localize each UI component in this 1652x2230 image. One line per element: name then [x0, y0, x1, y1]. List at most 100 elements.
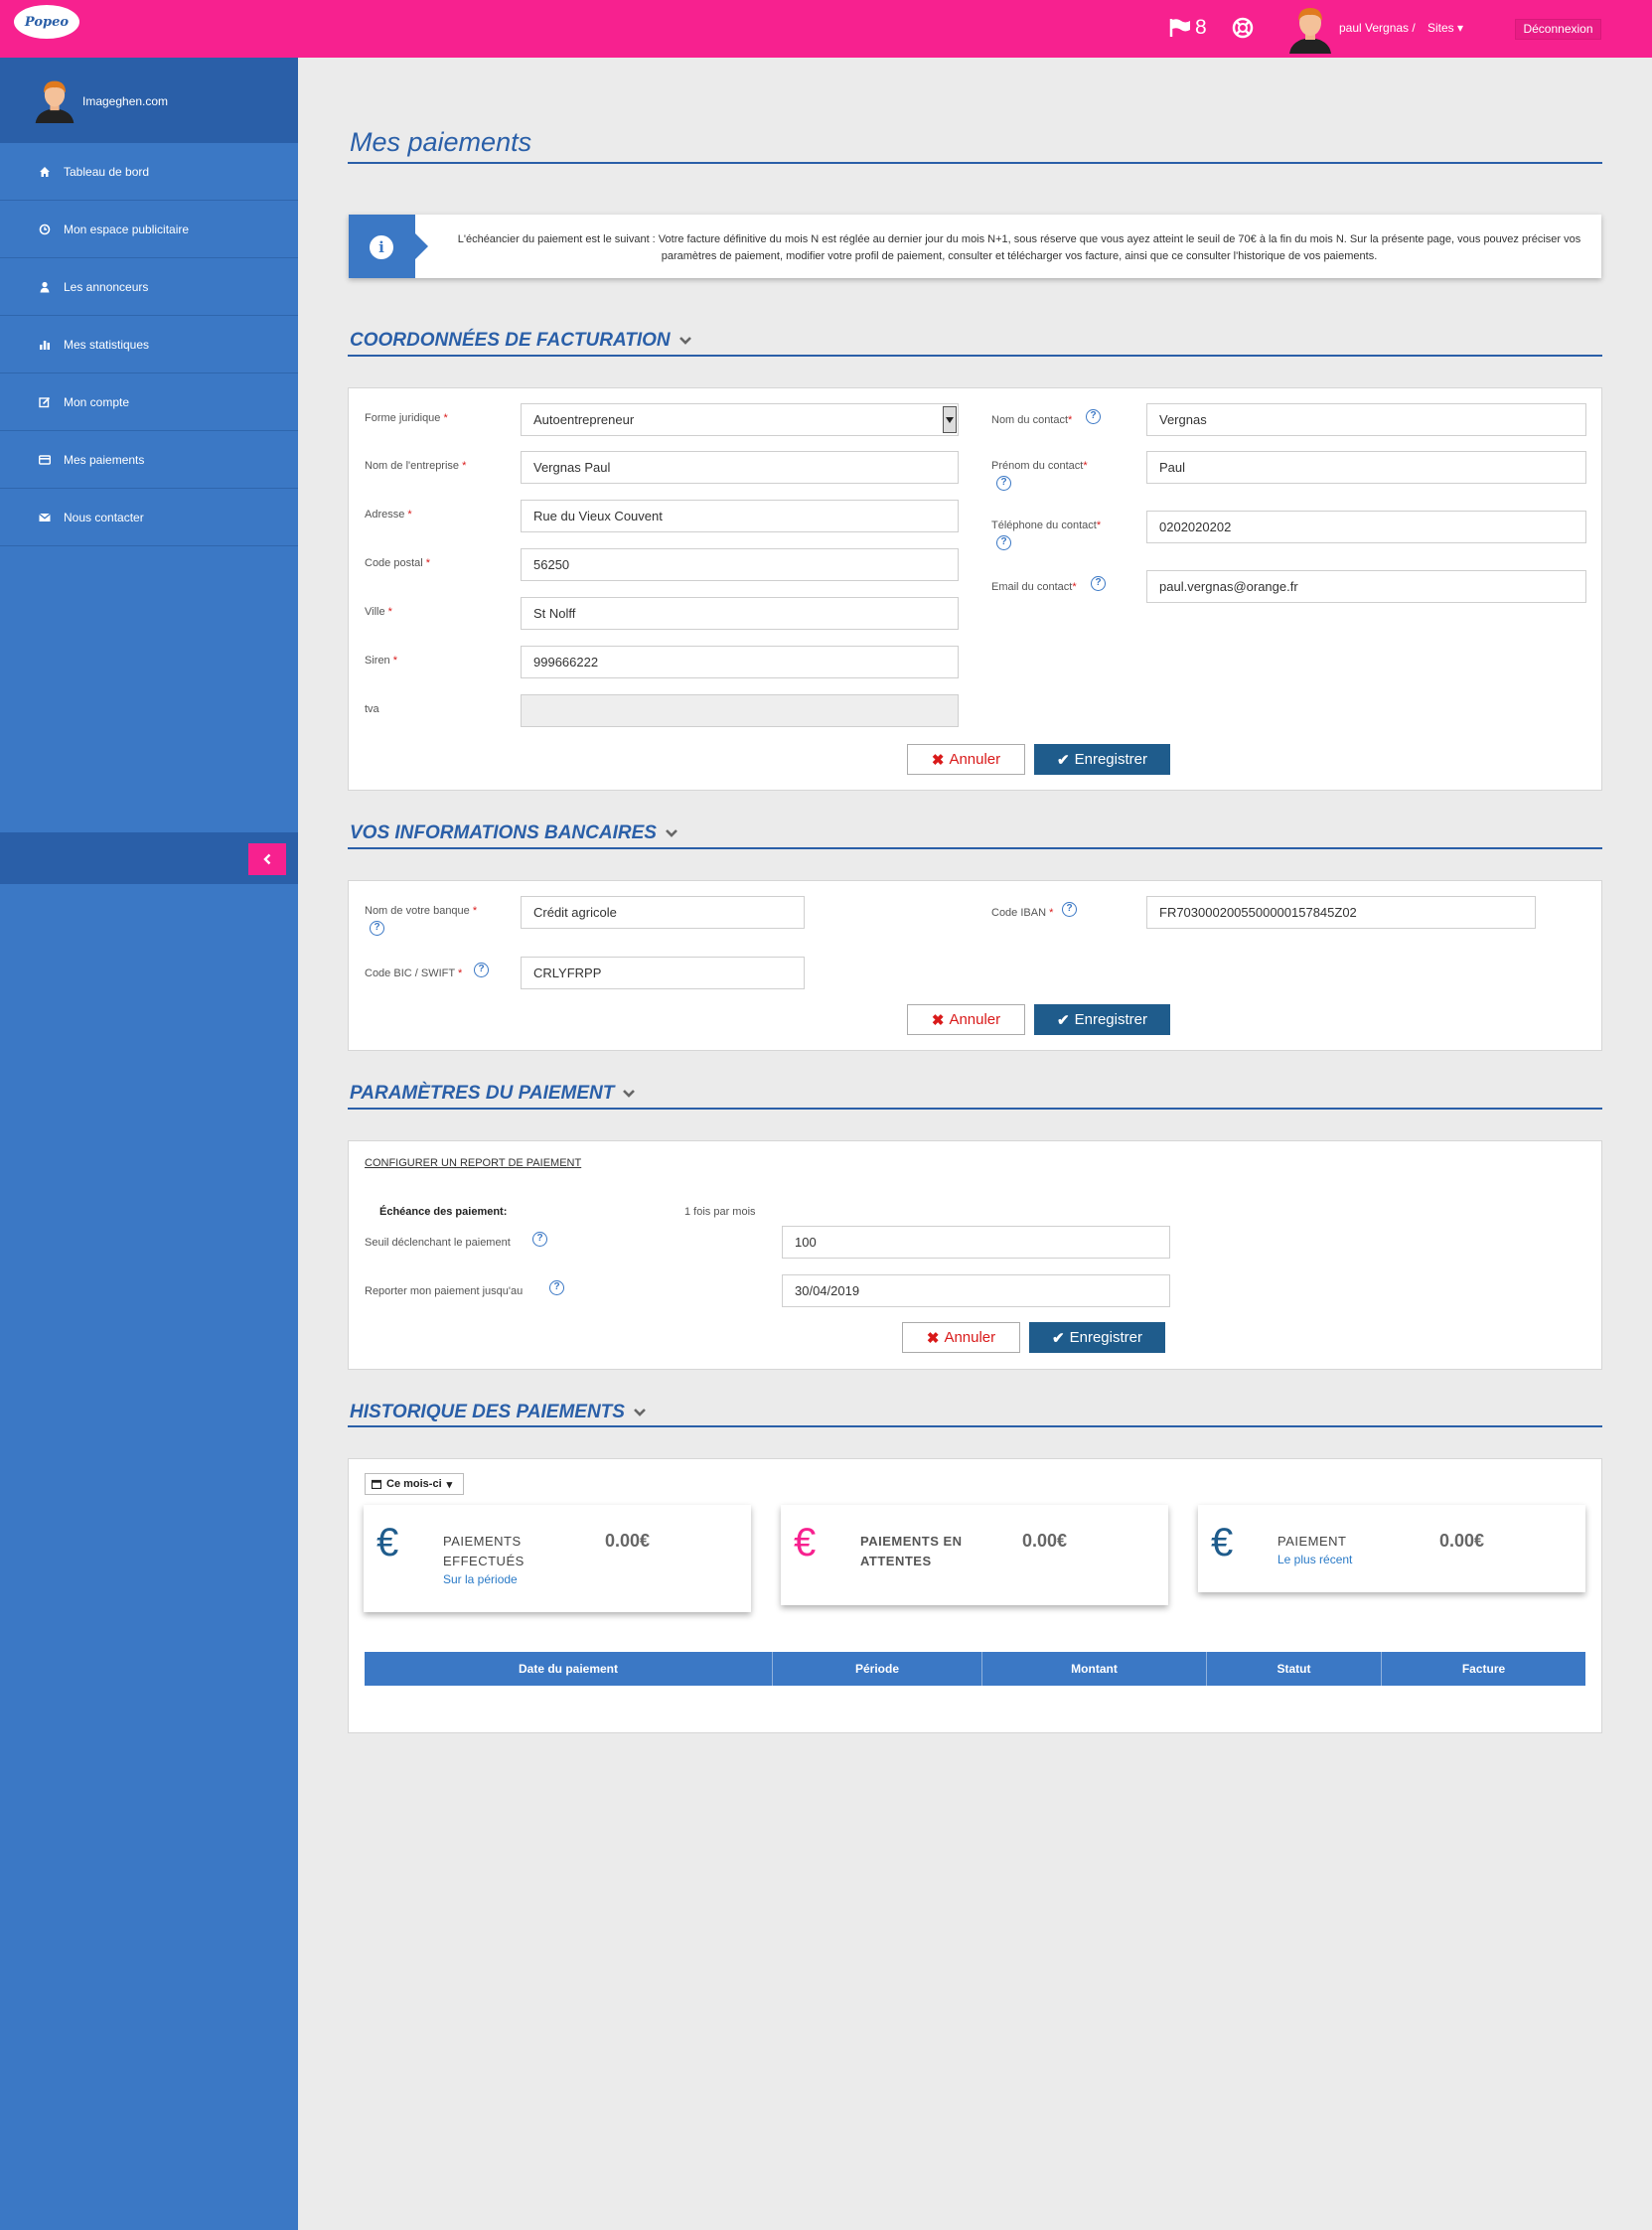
history-section-title: HISTORIQUE DES PAIEMENTS — [350, 1402, 625, 1422]
sites-dropdown[interactable]: Sites ▾ — [1427, 21, 1463, 35]
help-icon[interactable]: ? — [549, 1280, 564, 1295]
billing-section-title: COORDONNÉES DE FACTURATION — [350, 330, 671, 351]
title-divider — [348, 162, 1602, 164]
sidebar-user: Imageghen.com — [0, 58, 298, 143]
sidebar-item-statistiques[interactable]: Mes statistiques — [0, 316, 298, 373]
info-text: L'échéancier du paiement est le suivant … — [457, 233, 1581, 262]
help-icon[interactable]: ? — [996, 535, 1011, 550]
chevron-down-icon — [623, 1090, 636, 1098]
edit-icon — [38, 395, 52, 409]
sidebar-item-tableau-de-bord[interactable]: Tableau de bord — [0, 143, 298, 201]
sidebar-item-mon-compte[interactable]: Mon compte — [0, 373, 298, 431]
sidebar-item-espace-publicitaire[interactable]: Mon espace publicitaire — [0, 201, 298, 258]
billing-save-button[interactable]: ✔ Enregistrer — [1034, 744, 1170, 775]
help-icon[interactable]: ? — [532, 1232, 547, 1247]
ville-field[interactable]: St Nolff — [521, 597, 959, 630]
user-avatar-icon[interactable] — [1285, 4, 1335, 54]
period-filter-label: Ce mois-ci — [386, 1478, 442, 1490]
period-filter-dropdown[interactable]: Ce mois-ci ▾ — [365, 1473, 464, 1495]
chevron-down-icon — [678, 337, 691, 345]
payments-table-header: Date du paiement Période Montant Statut … — [365, 1652, 1585, 1686]
info-icon: i — [370, 235, 393, 259]
sidebar: Imageghen.com Tableau de bord Mon espace… — [0, 58, 298, 2230]
forme-value: Autoentrepreneur — [533, 412, 635, 427]
column-header-facture[interactable]: Facture — [1382, 1652, 1585, 1686]
sidebar-item-annonceurs[interactable]: Les annonceurs — [0, 258, 298, 316]
close-icon: ✖ — [931, 1011, 945, 1029]
sidebar-item-label: Tableau de bord — [64, 164, 150, 179]
echeance-label: Échéance des paiement: — [379, 1206, 508, 1218]
user-name[interactable]: paul Vergnas / — [1339, 21, 1416, 35]
forme-juridique-select[interactable]: Autoentrepreneur — [521, 403, 959, 436]
sidebar-item-label: Mes statistiques — [64, 337, 150, 352]
contact-nom-field[interactable]: Vergnas — [1146, 403, 1586, 436]
user-icon — [38, 280, 52, 294]
contact-email-field[interactable]: paul.vergnas@orange.fr — [1146, 570, 1586, 603]
bank-panel: Nom de votre banque * ? Crédit agricole … — [348, 880, 1602, 1051]
top-bar: Popeo 8 paul Vergnas / Sites ▾ Déconnexi… — [0, 0, 1652, 58]
sidebar-item-paiements[interactable]: Mes paiements — [0, 431, 298, 489]
sidebar-item-label: Nous contacter — [64, 510, 144, 524]
sidebar-item-contact[interactable]: Nous contacter — [0, 489, 298, 546]
params-section-title: PARAMÈTRES DU PAIEMENT — [350, 1083, 615, 1104]
report-date-field[interactable]: 30/04/2019 — [782, 1274, 1170, 1307]
params-save-button[interactable]: ✔ Enregistrer — [1029, 1322, 1165, 1353]
page-title: Mes paiements — [350, 127, 532, 157]
history-section-toggle[interactable]: HISTORIQUE DES PAIEMENTS — [350, 1402, 647, 1423]
report-label: Reporter mon paiement jusqu'au — [365, 1285, 524, 1297]
entreprise-field[interactable]: Vergnas Paul — [521, 451, 959, 484]
tva-label: tva — [365, 703, 379, 715]
contact-tel-field[interactable]: 0202020202 — [1146, 511, 1586, 543]
configure-report-link[interactable]: CONFIGURER UN REPORT DE PAIEMENT — [365, 1157, 581, 1169]
sidebar-item-label: Mon espace publicitaire — [64, 222, 190, 236]
column-header-periode[interactable]: Période — [773, 1652, 982, 1686]
bic-field[interactable]: CRLYFRPP — [521, 957, 805, 989]
euro-icon: € — [376, 1521, 399, 1564]
iban-field[interactable]: FR7030002005500000157845Z02 — [1146, 896, 1536, 929]
adresse-field[interactable]: Rue du Vieux Couvent — [521, 500, 959, 532]
help-icon[interactable]: ? — [1086, 409, 1101, 424]
home-icon — [38, 165, 52, 179]
contact-prenom-field[interactable]: Paul — [1146, 451, 1586, 484]
params-cancel-button[interactable]: ✖ Annuler — [902, 1322, 1020, 1353]
notifications-button[interactable]: 8 — [1169, 16, 1207, 40]
code-postal-label: Code postal * — [365, 557, 431, 569]
bank-save-button[interactable]: ✔ Enregistrer — [1034, 1004, 1170, 1035]
banque-field[interactable]: Crédit agricole — [521, 896, 805, 929]
check-icon: ✔ — [1057, 751, 1070, 769]
caret-down-icon: ▾ — [446, 1478, 453, 1491]
close-icon: ✖ — [931, 751, 945, 769]
help-icon[interactable]: ? — [996, 476, 1011, 491]
collapse-sidebar-button[interactable] — [248, 843, 286, 875]
lifebuoy-icon[interactable] — [1232, 17, 1254, 39]
card-paiement-recent: € PAIEMENT Le plus récent 0.00€ — [1198, 1505, 1585, 1592]
siren-field[interactable]: 999666222 — [521, 646, 959, 678]
column-header-date[interactable]: Date du paiement — [365, 1652, 773, 1686]
billing-cancel-button[interactable]: ✖ Annuler — [907, 744, 1025, 775]
billing-section-toggle[interactable]: COORDONNÉES DE FACTURATION — [350, 330, 692, 352]
code-postal-field[interactable]: 56250 — [521, 548, 959, 581]
bank-divider — [348, 847, 1602, 849]
help-icon[interactable]: ? — [1091, 576, 1106, 591]
help-icon[interactable]: ? — [370, 921, 384, 936]
bank-section-toggle[interactable]: VOS INFORMATIONS BANCAIRES — [350, 822, 678, 844]
help-icon[interactable]: ? — [1062, 902, 1077, 917]
clock-icon — [38, 223, 52, 236]
logout-button[interactable]: Déconnexion — [1515, 19, 1601, 40]
card-value: 0.00€ — [605, 1531, 651, 1551]
params-section-toggle[interactable]: PARAMÈTRES DU PAIEMENT — [350, 1083, 636, 1105]
column-header-montant[interactable]: Montant — [982, 1652, 1207, 1686]
seuil-field[interactable]: 100 — [782, 1226, 1170, 1259]
popeo-logo[interactable]: Popeo — [14, 5, 79, 39]
billing-divider — [348, 355, 1602, 357]
contact-nom-label: Nom du contact* — [991, 414, 1073, 426]
euro-icon: € — [794, 1521, 817, 1564]
column-header-statut[interactable]: Statut — [1207, 1652, 1382, 1686]
help-icon[interactable]: ? — [474, 963, 489, 977]
card-subtitle: Le plus récent — [1277, 1553, 1353, 1566]
card-title: PAIEMENT — [1277, 1534, 1347, 1549]
site-name[interactable]: Imageghen.com — [82, 94, 168, 108]
bank-cancel-button[interactable]: ✖ Annuler — [907, 1004, 1025, 1035]
card-value: 0.00€ — [1022, 1531, 1068, 1551]
card-title: PAIEMENTS EN ATTENTES — [860, 1534, 963, 1568]
